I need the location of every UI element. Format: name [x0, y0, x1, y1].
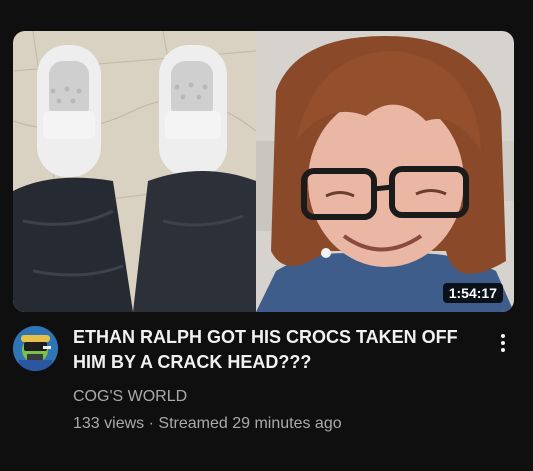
thumbnail-right-image — [256, 31, 514, 312]
video-title[interactable]: ETHAN RALPH GOT HIS CROCS TAKEN OFF HIM … — [73, 325, 483, 375]
channel-name[interactable]: COG'S WORLD — [73, 386, 187, 408]
video-thumbnail[interactable]: 1:54:17 — [13, 31, 514, 312]
video-card[interactable]: 1:54:17 ETHAN RALPH GOT HIS CROCS TAKEN … — [0, 0, 533, 471]
video-metadata: 133 views · Streamed 29 minutes ago — [73, 413, 342, 435]
thumbnail-left-image — [13, 31, 256, 312]
duration-badge: 1:54:17 — [442, 283, 503, 303]
channel-avatar[interactable] — [13, 326, 58, 371]
view-count: 133 views — [73, 415, 145, 432]
stream-time: Streamed 29 minutes ago — [158, 415, 342, 432]
meta-separator: · — [148, 415, 154, 432]
more-vert-icon[interactable] — [491, 327, 515, 359]
